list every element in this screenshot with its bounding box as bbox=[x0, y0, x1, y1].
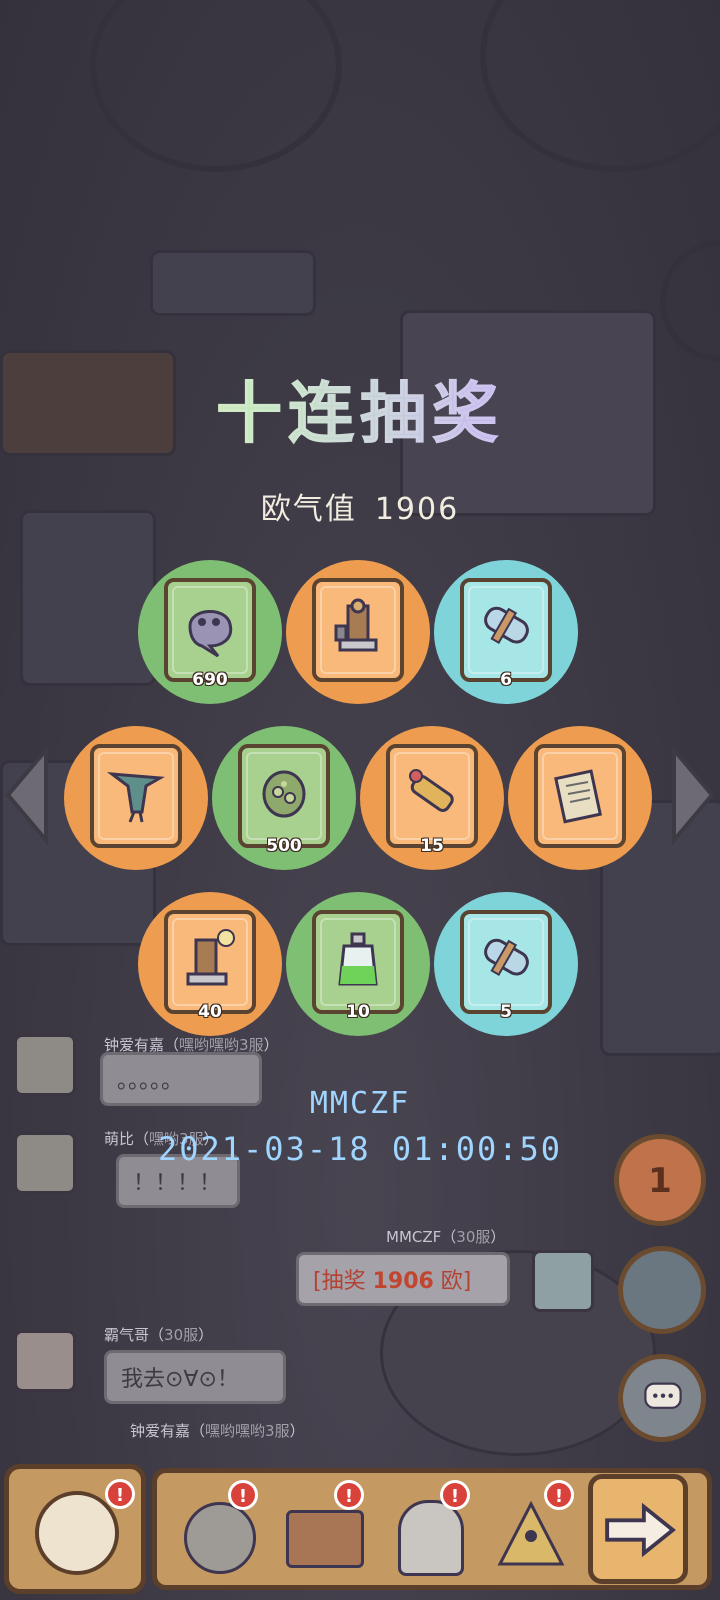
chat-message: 我去⊙∀⊙！ bbox=[104, 1350, 286, 1404]
record-icon[interactable] bbox=[618, 1246, 706, 1334]
avatar[interactable] bbox=[532, 1250, 594, 1312]
luck-number: 1906 bbox=[374, 492, 460, 527]
chat-icon[interactable] bbox=[618, 1354, 706, 1442]
chevron-right-icon[interactable] bbox=[664, 740, 720, 850]
next-button[interactable] bbox=[588, 1474, 688, 1584]
reward-count: 5 bbox=[500, 1002, 512, 1022]
page-title: 十连抽奖 bbox=[0, 360, 720, 456]
chat-username: 霸气哥（30服） bbox=[104, 1326, 214, 1344]
reward-item-scroll[interactable]: 5 bbox=[434, 892, 578, 1036]
alert-badge: ! bbox=[105, 1479, 135, 1509]
reward-count: 6 bbox=[500, 670, 512, 690]
reward-item-scroll[interactable]: 6 bbox=[434, 560, 578, 704]
chat-message: [抽奖 1906 欧] bbox=[296, 1252, 510, 1306]
scroll-icon bbox=[484, 606, 529, 644]
machine-icon bbox=[334, 598, 378, 652]
bottom-menu-statue[interactable]: ! bbox=[386, 1480, 476, 1580]
telescope-icon bbox=[409, 769, 454, 812]
counter-value: 1 bbox=[648, 1161, 672, 1201]
reward-item-machine[interactable] bbox=[286, 560, 430, 704]
reward-count: 500 bbox=[266, 836, 302, 856]
pyramid-icon bbox=[497, 1500, 565, 1566]
reward-item-shell-egg[interactable]: 500 bbox=[212, 726, 356, 870]
reward-item-telescope[interactable]: 15 bbox=[360, 726, 504, 870]
blob-icon bbox=[188, 610, 233, 658]
bottom-menu-pyramid[interactable]: ! bbox=[490, 1480, 580, 1580]
machine-upgrade-icon bbox=[186, 929, 235, 986]
arrow-right-icon bbox=[605, 1502, 676, 1558]
chat-username: MMCZF（30服） bbox=[386, 1228, 506, 1246]
toolbox-icon bbox=[286, 1510, 364, 1568]
alert-badge: ! bbox=[334, 1480, 364, 1510]
alert-badge: ! bbox=[440, 1480, 470, 1510]
reward-item-papers[interactable] bbox=[508, 726, 652, 870]
luck-label: 欧气值 bbox=[260, 492, 357, 527]
reward-count: 15 bbox=[420, 836, 444, 856]
chat-bubble-icon bbox=[644, 1382, 682, 1409]
reward-count: 10 bbox=[346, 1002, 370, 1022]
snail-icon bbox=[184, 1502, 256, 1574]
chat-username: 钟爱有嘉（嘿哟嘿哟3服） bbox=[130, 1422, 305, 1440]
chevron-left-icon[interactable] bbox=[0, 740, 56, 850]
statue-icon bbox=[398, 1500, 464, 1576]
draw-player-name: MMCZF bbox=[309, 1086, 411, 1121]
artifact-icon bbox=[106, 772, 165, 823]
potion-icon bbox=[338, 932, 378, 986]
bottom-menu-snail[interactable]: ! bbox=[174, 1480, 264, 1580]
reward-item-machine-upgrade[interactable]: 40 bbox=[138, 892, 282, 1036]
reward-count: 690 bbox=[192, 670, 228, 690]
dish-icon bbox=[35, 1491, 119, 1575]
luck-value-row: 欧气值 1906 bbox=[0, 484, 720, 528]
avatar[interactable] bbox=[14, 1330, 76, 1392]
counter-button[interactable]: 1 bbox=[614, 1134, 706, 1226]
reward-item-potion[interactable]: 10 bbox=[286, 892, 430, 1036]
reward-count: 40 bbox=[198, 1002, 222, 1022]
reward-item-gem-blob[interactable]: 690 bbox=[138, 560, 282, 704]
draw-timestamp: 2021-03-18 01:00:50 bbox=[157, 1130, 563, 1168]
bottom-menu-toolbox[interactable]: ! bbox=[280, 1480, 370, 1580]
scroll-icon bbox=[484, 938, 529, 976]
alert-badge: ! bbox=[228, 1480, 258, 1510]
shell-egg-icon bbox=[262, 770, 306, 818]
bottom-menu-food[interactable]: ! bbox=[4, 1464, 146, 1594]
papers-icon bbox=[554, 769, 603, 824]
reward-item-artifact[interactable] bbox=[64, 726, 208, 870]
alert-badge: ! bbox=[544, 1480, 574, 1510]
